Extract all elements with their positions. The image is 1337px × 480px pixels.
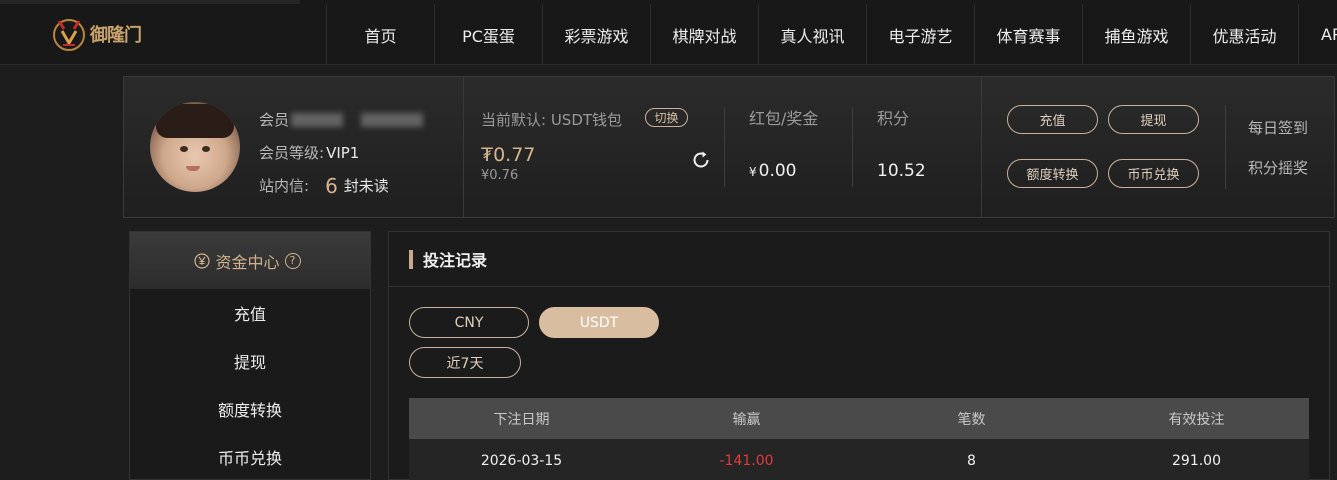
range-7-days-button[interactable]: 近7天 (409, 347, 521, 378)
panel-header: 投注记录 (389, 232, 1329, 287)
redpack-label: 红包/奖金 (749, 109, 819, 128)
member-info: 会员 会员等级: VIP1 站内信: 6 封未读 (259, 103, 424, 202)
sidebar-item-transfer[interactable]: 额度转换 (130, 385, 370, 433)
col-valid-bet: 有效投注 (1168, 411, 1225, 428)
top-navigation-bar: 御隆门 首页 PC蛋蛋 彩票游戏 棋牌对战 真人视讯 电子游艺 体育赛事 捕鱼游… (0, 0, 1337, 65)
redpack-amount: 0.00 (758, 161, 797, 181)
tab-usdt[interactable]: USDT (539, 307, 659, 338)
divider (852, 107, 853, 187)
unread-count: 6 (325, 173, 338, 198)
daily-checkin-link[interactable]: 每日签到 (1248, 117, 1308, 138)
table-header: 下注日期 输赢 笔数 有效投注 (409, 398, 1309, 439)
fund-center-sidebar: 资金中心 ? 充值 提现 额度转换 币币兑换 (129, 231, 371, 480)
nav-chess-cards[interactable]: 棋牌对战 (650, 4, 758, 65)
cell-count: 8 (967, 452, 976, 469)
nav-sports[interactable]: 体育赛事 (974, 4, 1082, 65)
member-name-row: 会员 (259, 103, 424, 136)
nav-pc-egg[interactable]: PC蛋蛋 (434, 4, 542, 65)
member-label: 会员 (259, 111, 290, 129)
nav-live-video[interactable]: 真人视讯 (758, 4, 866, 65)
page-title: 投注记录 (423, 251, 488, 270)
sidebar-item-deposit[interactable]: 充值 (130, 289, 370, 337)
nav-lottery[interactable]: 彩票游戏 (542, 4, 650, 65)
divider (981, 77, 982, 217)
yuan-coin-icon (194, 252, 211, 269)
unread-text: 封未读 (343, 177, 389, 195)
member-id-blurred (361, 112, 424, 127)
points-lottery-link[interactable]: 积分摇奖 (1248, 157, 1308, 178)
sidebar-header[interactable]: 资金中心 ? (130, 232, 370, 289)
default-wallet-label: 当前默认: USDT钱包 (481, 111, 623, 129)
title-accent-bar (409, 249, 413, 269)
level-value: VIP1 (326, 143, 360, 162)
sidebar-item-withdraw[interactable]: 提现 (130, 337, 370, 385)
col-bet-date: 下注日期 (493, 411, 550, 428)
level-label: 会员等级: (259, 144, 325, 162)
avatar-hair (156, 104, 234, 138)
mail-label: 站内信: (259, 177, 310, 195)
divider (463, 77, 464, 217)
cny-balance: ¥0.76 (481, 168, 519, 183)
table-row[interactable]: 2026-03-15 -141.00 8 291.00 (409, 439, 1309, 480)
logo-text: 御隆门 (90, 25, 142, 46)
usdt-balance: ₮0.77 (481, 144, 536, 166)
refresh-icon[interactable] (690, 149, 712, 171)
top-strip (0, 0, 300, 4)
mail-row[interactable]: 站内信: 6 封未读 (259, 169, 423, 202)
divider (724, 107, 725, 187)
site-logo[interactable]: 御隆门 (50, 14, 150, 54)
switch-wallet-button[interactable]: 切换 (645, 108, 688, 127)
col-count: 笔数 (957, 411, 986, 428)
nav-fishing[interactable]: 捕鱼游戏 (1082, 4, 1190, 65)
sidebar-item-exchange[interactable]: 币币兑换 (130, 433, 370, 480)
avatar-eye (180, 146, 188, 152)
tab-cny[interactable]: CNY (409, 307, 529, 338)
cell-valid-bet: 291.00 (1172, 452, 1221, 469)
redpack-value: ¥0.00 (749, 161, 797, 181)
member-name-blurred (291, 112, 344, 127)
member-profile-panel: 会员 会员等级: VIP1 站内信: 6 封未读 当前默认: USDT钱包 切换… (123, 76, 1335, 218)
deposit-button[interactable]: 充值 (1007, 105, 1098, 134)
exchange-button[interactable]: 币币兑换 (1108, 159, 1199, 188)
currency-symbol: ¥ (749, 165, 757, 179)
avatar-mouth (186, 166, 200, 171)
bet-records-table: 下注日期 输赢 笔数 有效投注 2026-03-15 -141.00 8 291… (409, 398, 1309, 480)
points-label: 积分 (877, 109, 910, 128)
cell-win-loss: -141.00 (719, 452, 774, 469)
main-nav: 首页 PC蛋蛋 彩票游戏 棋牌对战 真人视讯 电子游艺 体育赛事 捕鱼游戏 优惠… (326, 4, 1337, 65)
nav-app[interactable]: AP (1298, 4, 1337, 65)
bet-records-panel: 投注记录 CNY USDT 近7天 下注日期 输赢 笔数 有效投注 2026-0… (388, 231, 1330, 480)
transfer-button[interactable]: 额度转换 (1007, 159, 1098, 188)
logo-emblem-icon (53, 19, 85, 51)
help-icon[interactable]: ? (284, 252, 301, 269)
member-level-row: 会员等级: VIP1 (259, 136, 423, 169)
sidebar-title: 资金中心 (215, 252, 280, 272)
nav-promotions[interactable]: 优惠活动 (1190, 4, 1298, 65)
nav-home[interactable]: 首页 (326, 4, 434, 65)
col-win-loss: 输赢 (732, 411, 761, 428)
nav-e-games[interactable]: 电子游艺 (866, 4, 974, 65)
cell-date: 2026-03-15 (480, 452, 563, 469)
avatar-eye (202, 146, 210, 152)
points-value: 10.52 (877, 161, 926, 181)
divider (1225, 105, 1226, 189)
avatar[interactable] (150, 102, 240, 192)
withdraw-button[interactable]: 提现 (1108, 105, 1199, 134)
